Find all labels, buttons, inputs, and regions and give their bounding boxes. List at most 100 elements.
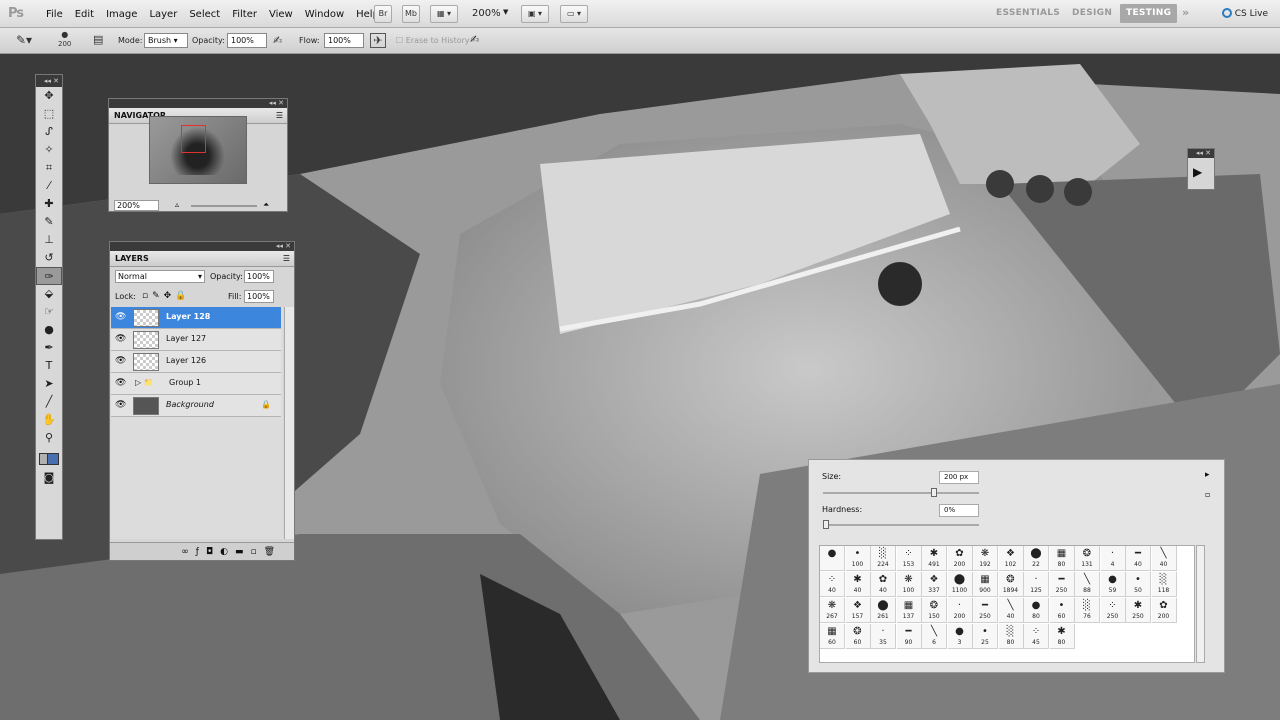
menu-image[interactable]: Image (100, 9, 143, 20)
mode-select[interactable]: Brush ▾ (144, 33, 188, 48)
brush-preset[interactable]: · 200 (947, 598, 973, 623)
brush-preset[interactable]: • 60 (1049, 598, 1075, 623)
brush-preset[interactable]: ⁘ 250 (1100, 598, 1126, 623)
group-expand-icon[interactable]: ▷ 📁 (135, 378, 154, 387)
brush-preset[interactable]: ⬤ 261 (871, 598, 896, 623)
smudge-tool-icon[interactable]: ☞ (36, 303, 62, 321)
pen-tool-icon[interactable]: ✒ (36, 339, 62, 357)
layer-row[interactable]: 👁 Layer 127 (111, 329, 281, 351)
brush-preset[interactable]: ━ 250 (1049, 572, 1075, 597)
brush-preset[interactable]: ░ 118 (1151, 572, 1177, 597)
brush-preset[interactable]: ╲ 40 (998, 598, 1024, 623)
brush-preset[interactable]: ✿ 40 (871, 572, 896, 597)
fill-input[interactable]: 100% (244, 290, 274, 303)
brush-preset[interactable]: ● 80 (1024, 598, 1049, 623)
dodge-tool-icon[interactable]: ● (36, 321, 62, 339)
brush-preset[interactable]: ❖ 157 (845, 598, 871, 623)
healing-brush-tool-icon[interactable]: ✚ (36, 195, 62, 213)
workspace-essentials[interactable]: ESSENTIALS (996, 8, 1060, 18)
brush-preset[interactable]: ❂ 150 (922, 598, 947, 623)
menu-view[interactable]: View (263, 9, 299, 20)
menu-window[interactable]: Window (299, 9, 350, 20)
visibility-eye-icon[interactable]: 👁 (115, 334, 126, 344)
zoom-in-icon[interactable]: ⏶ (263, 200, 269, 210)
menu-filter[interactable]: Filter (226, 9, 263, 20)
workspace-testing[interactable]: TESTING (1120, 4, 1178, 23)
hand-tool-icon[interactable]: ✋ (36, 411, 62, 429)
layer-row[interactable]: 👁 Layer 126 (111, 351, 281, 373)
add-mask-icon[interactable]: ◘ (206, 547, 220, 557)
menu-edit[interactable]: Edit (69, 9, 100, 20)
eyedropper-tool-icon[interactable]: ⁄ (36, 177, 62, 195)
link-layers-icon[interactable]: ∞ (181, 547, 196, 557)
brush-preset[interactable]: ╲ 40 (1151, 546, 1177, 571)
size-input[interactable]: 200 px (939, 471, 979, 484)
brush-preset[interactable]: ▦ 137 (896, 598, 922, 623)
visibility-eye-icon[interactable]: 👁 (115, 400, 126, 410)
brush-preset[interactable]: ❂ 1894 (998, 572, 1024, 597)
layer-row[interactable]: 👁 Background 🔒 (111, 395, 281, 417)
adjustment-layer-icon[interactable]: ◐ (220, 547, 235, 557)
cs-live-button[interactable]: CS Live (1221, 8, 1268, 19)
brush-preset[interactable]: • 25 (973, 624, 998, 649)
brush-tool-preset-icon[interactable]: ✎▾ (16, 33, 32, 47)
layer-row[interactable]: 👁 Layer 128 (111, 307, 281, 329)
brush-preset[interactable]: ❋ 267 (820, 598, 845, 623)
paint-bucket-tool-icon[interactable]: ⬙ (36, 285, 62, 303)
hardness-slider-thumb[interactable] (823, 520, 829, 529)
brush-preset[interactable]: ✱ 80 (1049, 624, 1075, 649)
layer-row[interactable]: 👁 ▷ 📁 Group 1 (111, 373, 281, 395)
brush-preset[interactable]: ⁘ 45 (1024, 624, 1049, 649)
visibility-eye-icon[interactable]: 👁 (115, 356, 126, 366)
brush-preset[interactable]: ━ 90 (896, 624, 922, 649)
clone-stamp-tool-icon[interactable]: ⊥ (36, 231, 62, 249)
layers-tab[interactable]: LAYERS ☰ (110, 251, 294, 267)
quick-selection-tool-icon[interactable]: ✧ (36, 141, 62, 159)
brush-preset[interactable]: ❖ 337 (922, 572, 947, 597)
navigator-zoom-slider[interactable] (191, 205, 257, 207)
hardness-slider[interactable] (823, 520, 979, 529)
blend-mode-select[interactable]: Normal ▾ (115, 270, 205, 283)
collapsed-panel-chrome[interactable]: ◂◂ ✕ (1188, 149, 1214, 158)
brush-preset[interactable]: ✱ 491 (922, 546, 947, 571)
brush-preset[interactable]: ✿ 200 (1151, 598, 1177, 623)
navigator-thumbnail[interactable] (149, 116, 247, 184)
brush-preset-picker[interactable]: ● 200 (58, 30, 71, 48)
marquee-tool-icon[interactable]: ⬚ (36, 105, 62, 123)
history-brush-tool-icon[interactable]: ↺ (36, 249, 62, 267)
brush-preset[interactable]: ━ 40 (1126, 546, 1151, 571)
new-preset-icon[interactable]: ▫ (1205, 490, 1210, 499)
brush-panel-toggle-icon[interactable]: ▤ (93, 33, 103, 46)
brush-preset[interactable]: ✱ 40 (845, 572, 871, 597)
crop-tool-icon[interactable]: ⌗ (36, 159, 62, 177)
menu-layer[interactable]: Layer (143, 9, 183, 20)
brush-preset[interactable]: ❂ 60 (845, 624, 871, 649)
menu-file[interactable]: File (40, 9, 69, 20)
brush-preset[interactable]: ░ 224 (871, 546, 896, 571)
navigator-view-box[interactable] (181, 125, 206, 153)
hardness-input[interactable]: 0% (939, 504, 979, 517)
erase-to-history-checkbox[interactable]: ☐ Erase to History (396, 36, 470, 45)
brush-preset[interactable]: ░ 76 (1075, 598, 1100, 623)
size-slider-thumb[interactable] (931, 488, 937, 497)
brush-preset[interactable]: ✿ 200 (947, 546, 973, 571)
navigator-zoom-input[interactable]: 200% (114, 200, 159, 211)
brush-grid-scrollbar[interactable] (1196, 545, 1205, 663)
layers-chrome[interactable]: ◂◂ ✕ (110, 242, 294, 251)
move-tool-icon[interactable]: ✥ (36, 87, 62, 105)
brush-preset[interactable]: ⁘ 153 (896, 546, 922, 571)
brush-preset[interactable]: · 4 (1100, 546, 1126, 571)
brush-preset[interactable]: ⁘ 40 (820, 572, 845, 597)
zoom-out-icon[interactable]: ▵ (175, 200, 179, 209)
workspace-design[interactable]: DESIGN (1072, 8, 1112, 18)
brush-preset[interactable]: ❖ 102 (998, 546, 1024, 571)
brush-preset[interactable]: ✱ 250 (1126, 598, 1151, 623)
airbrush-icon[interactable]: ✈ (370, 33, 386, 48)
layers-menu-icon[interactable]: ☰ (283, 251, 290, 267)
path-selection-tool-icon[interactable]: ➤ (36, 375, 62, 393)
lasso-tool-icon[interactable]: ᔑ (36, 123, 62, 141)
pressure-opacity-icon[interactable]: ✍ (273, 34, 282, 47)
brush-preset[interactable]: ● 59 (1100, 572, 1126, 597)
brush-preset[interactable]: ╲ 6 (922, 624, 947, 649)
brush-preset[interactable]: ● 3 (947, 624, 973, 649)
